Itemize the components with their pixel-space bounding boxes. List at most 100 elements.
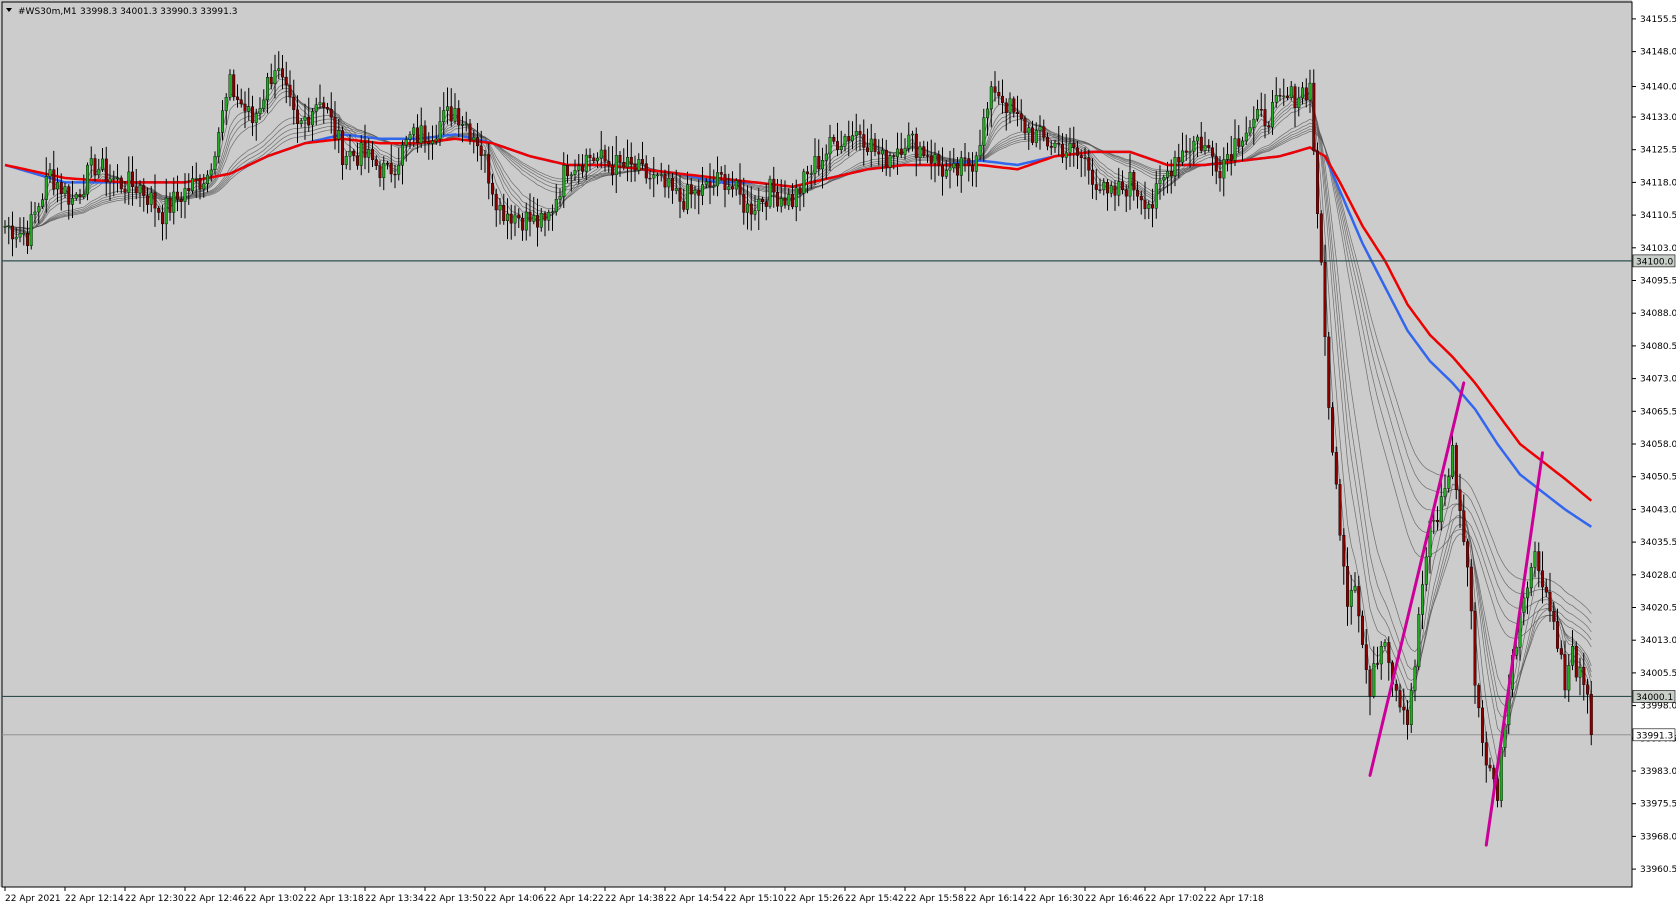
bull-candle-body [888,155,892,168]
bull-candle-body [1147,204,1151,209]
level-price-label: 34100.0 [1636,257,1673,267]
bear-candle-body [1012,98,1016,113]
time-tick-label: 22 Apr 14:06 [485,894,544,904]
bull-candle-body [948,167,952,171]
bull-candle-body [1372,663,1376,697]
bull-candle-body [1432,520,1436,522]
bull-candle-body [506,213,510,222]
time-tick-label: 22 Apr 16:30 [1025,894,1084,904]
bull-candle-body [614,154,618,175]
bear-candle-body [1454,445,1458,490]
bear-candle-body [1394,684,1398,691]
bull-candle-body [3,226,7,228]
bear-candle-body [622,161,626,168]
bear-candle-body [1548,592,1552,612]
bull-candle-body [974,155,978,172]
bear-candle-body [292,96,296,110]
bull-candle-body [138,185,142,194]
bull-candle-body [1244,132,1248,142]
bear-candle-body [457,108,461,126]
bear-candle-body [1360,615,1364,645]
time-tick-label: 22 Apr 15:58 [905,894,964,904]
bear-candle-body [847,136,851,142]
price-tick-label: 33998.0 [1640,702,1676,712]
bear-candle-body [892,155,896,158]
bear-candle-body [1357,586,1361,617]
bull-candle-body [205,174,209,185]
bear-candle-body [884,149,888,168]
bear-candle-body [1338,484,1342,536]
bull-candle-body [33,211,37,215]
bull-candle-body [524,211,528,231]
bear-candle-body [119,177,123,190]
price-tick-label: 34110.5 [1640,211,1676,221]
bear-candle-body [1552,611,1556,622]
bull-candle-body [1109,185,1113,194]
bull-candle-body [1248,127,1252,134]
bull-candle-body [382,162,386,178]
bear-candle-body [1387,642,1391,663]
bear-candle-body [374,159,378,167]
bull-candle-body [599,149,603,159]
bear-candle-body [1540,570,1544,588]
bear-candle-body [502,205,506,222]
price-tick-label: 34043.0 [1640,505,1676,515]
bull-candle-body [442,110,446,123]
bull-candle-body [18,233,22,238]
bear-candle-body [862,134,866,148]
bear-candle-body [352,150,356,156]
candle [1338,479,1342,541]
bear-candle-body [1150,204,1154,209]
bear-candle-body [153,192,157,209]
bear-candle-body [618,154,622,163]
price-chart[interactable]: 34155.5 34148.0 34140.0 34133.0 34125.5 34118… [0,0,1676,907]
bear-candle-body [476,137,480,147]
bull-candle-body [1225,154,1229,160]
bear-candle-body [772,178,776,193]
bear-candle-body [877,151,881,155]
bull-candle-body [1173,156,1177,177]
bear-candle-body [1030,127,1034,143]
bear-candle-body [1589,694,1593,735]
bear-candle-body [697,189,701,196]
bull-candle-body [1578,667,1582,678]
bear-candle-body [1364,644,1368,670]
bear-candle-body [1120,181,1124,191]
bull-candle-body [37,206,41,213]
price-tick-label: 33960.5 [1640,865,1676,875]
bull-candle-body [674,188,678,191]
bear-candle-body [806,171,810,175]
bull-candle-body [44,176,48,200]
bear-candle-body [641,159,645,164]
bull-candle-body [907,134,911,149]
bear-candle-body [389,163,393,175]
bear-candle-body [494,193,498,211]
bear-candle-body [322,102,326,108]
bull-candle-body [183,188,187,202]
bear-candle-body [168,197,172,213]
bear-candle-body [1016,112,1020,114]
bull-candle-body [911,133,915,136]
bear-candle-body [956,163,960,176]
bear-candle-body [288,84,292,98]
bull-candle-body [851,135,855,142]
bear-candle-body [1132,171,1136,191]
bear-candle-body [1001,95,1005,103]
bear-candle-body [783,198,787,206]
ohlc-readout: 33998.3 34001.3 33990.3 33991.3 [80,7,237,17]
bull-candle-body [1064,152,1068,158]
bull-candle-body [712,185,716,188]
bull-candle-body [472,137,476,141]
bear-candle-body [633,163,637,171]
bull-candle-body [1203,145,1207,151]
bull-candle-body [918,146,922,158]
bear-candle-body [517,214,521,219]
bear-candle-body [929,155,933,164]
bear-candle-body [175,191,179,200]
bull-candle-body [693,189,697,195]
bull-candle-body [982,117,986,146]
bear-candle-body [682,201,686,210]
bull-candle-body [656,174,660,177]
bear-candle-body [644,163,648,179]
bull-candle-body [190,178,194,191]
